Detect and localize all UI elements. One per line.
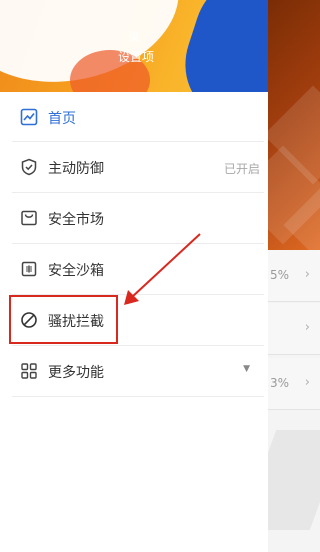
background-row[interactable]: › <box>268 303 320 355</box>
header-decoration <box>171 0 268 92</box>
background-row[interactable]: 5% › <box>268 250 320 302</box>
menu-item-label: 首页 <box>48 111 76 127</box>
status-text: 已开启 <box>223 162 260 176</box>
chevron-right-icon: › <box>304 267 310 282</box>
drawer-header[interactable]: 录 设置项 <box>0 0 268 92</box>
login-text[interactable]: 录 <box>128 28 140 45</box>
grid-icon <box>20 362 38 380</box>
menu-item-label: 更多功能 <box>48 365 104 381</box>
shield-icon <box>20 158 38 176</box>
chevron-right-icon: › <box>304 320 310 335</box>
menu-item-more-features[interactable]: 更多功能 ▼ <box>12 346 264 397</box>
shopping-bag-icon <box>20 209 38 227</box>
menu-item-sandbox[interactable]: 安全沙箱 <box>12 244 264 295</box>
navigation-drawer: 录 设置项 首页 主动防御 已开启 安全市场 安全沙箱 骚扰拦截 更多功能 ▼ <box>0 0 268 552</box>
menu-item-label: 安全沙箱 <box>48 263 104 279</box>
drawer-menu: 首页 主动防御 已开启 安全市场 安全沙箱 骚扰拦截 更多功能 ▼ <box>0 92 268 397</box>
background-row-percent: 3% <box>270 376 290 390</box>
header-subtitle: 设置项 <box>118 50 155 64</box>
menu-item-label: 安全市场 <box>48 212 104 228</box>
menu-item-security-market[interactable]: 安全市场 <box>12 193 264 244</box>
chevron-right-icon: › <box>304 375 310 390</box>
home-chart-icon <box>20 108 38 126</box>
highlight-box <box>9 295 118 344</box>
background-row-percent: 5% <box>270 268 290 282</box>
background-banner <box>268 0 320 275</box>
menu-item-home[interactable]: 首页 <box>12 92 264 142</box>
menu-item-label: 主动防御 <box>48 161 104 177</box>
background-row[interactable]: 3% › <box>268 358 320 410</box>
caret-down-icon[interactable]: ▼ <box>243 364 250 374</box>
menu-item-active-defense[interactable]: 主动防御 已开启 <box>12 142 264 193</box>
sandbox-icon <box>20 260 38 278</box>
